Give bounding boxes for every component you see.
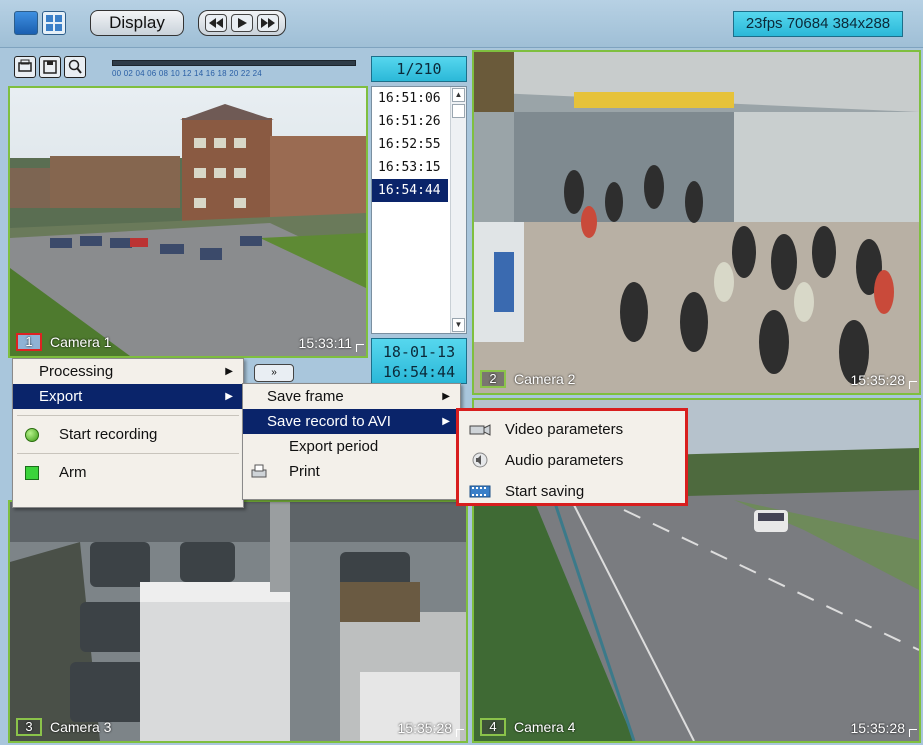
submenu-arrow-icon: ▶ xyxy=(225,366,233,377)
play-icon xyxy=(238,18,247,28)
menu-item-start-saving[interactable]: Start saving xyxy=(459,476,685,507)
camera-3-view[interactable]: 3 Camera 3 15:35:28 xyxy=(8,500,468,743)
video-camera-icon xyxy=(469,424,491,436)
save-archive-button[interactable] xyxy=(39,56,61,78)
camera-2-name: Camera 2 xyxy=(514,371,576,387)
camera-context-menu: Processing ▶ Export ▶ Start recording Ar… xyxy=(12,358,244,508)
camera-2-number[interactable]: 2 xyxy=(480,370,506,388)
timeline-bar[interactable] xyxy=(112,60,356,66)
playback-nav-group xyxy=(198,10,286,36)
camera-1-corner-icon xyxy=(356,344,364,352)
menu-item-video-parameters[interactable]: Video parameters xyxy=(459,414,685,445)
scroll-up-button[interactable]: ▲ xyxy=(452,88,465,102)
menu-item-video-parameters-label: Video parameters xyxy=(505,421,624,438)
menu-item-save-record-avi-label: Save record to AVI xyxy=(267,413,391,430)
search-archive-button[interactable] xyxy=(64,56,86,78)
printer-icon xyxy=(18,59,32,72)
menu-item-audio-parameters-label: Audio parameters xyxy=(505,452,624,469)
menu-item-arm-label: Arm xyxy=(59,464,87,481)
grid-layout-button[interactable] xyxy=(42,11,66,35)
menu-item-print-label: Print xyxy=(289,463,320,480)
camera-1-number[interactable]: 1 xyxy=(16,333,42,351)
camera-2-label: 2 Camera 2 xyxy=(480,369,575,389)
menu-separator xyxy=(17,415,239,416)
submenu-arrow-icon: ▶ xyxy=(442,391,450,402)
submenu-arrow-icon: ▶ xyxy=(442,416,450,427)
camera-2-view[interactable]: 2 Camera 2 15:35:28 xyxy=(472,50,921,395)
camera-3-image xyxy=(10,502,466,741)
avi-export-submenu: Video parameters Audio parameters Start … xyxy=(456,408,688,506)
archive-datetime: 18-01-13 16:54:44 xyxy=(371,338,467,384)
export-submenu: Save frame ▶ Save record to AVI ▶ Export… xyxy=(242,383,461,500)
camera-3-name: Camera 3 xyxy=(50,719,112,735)
camera-4-label: 4 Camera 4 xyxy=(480,717,575,737)
floppy-icon xyxy=(43,60,57,74)
menu-item-print[interactable]: Print xyxy=(243,459,460,484)
camera-3-label: 3 Camera 3 xyxy=(16,717,111,737)
camera-2-corner-icon xyxy=(909,381,917,389)
menu-item-start-recording-label: Start recording xyxy=(59,426,158,443)
menu-item-save-frame-label: Save frame xyxy=(267,388,344,405)
archive-control-strip: 00 02 04 06 08 10 12 14 16 18 20 22 24 xyxy=(8,52,368,86)
single-view-layout-button[interactable] xyxy=(14,11,38,35)
timestamp-item[interactable]: 16:54:44 xyxy=(372,179,448,202)
camera-2-image xyxy=(474,52,919,393)
camera-1-name: Camera 1 xyxy=(50,334,112,350)
camera-1-view[interactable]: 1 Camera 1 15:33:11 xyxy=(8,86,368,358)
printer-icon xyxy=(251,464,267,478)
next-frame-button[interactable]: » xyxy=(254,364,294,382)
menu-item-start-saving-label: Start saving xyxy=(505,483,585,500)
menu-item-export[interactable]: Export ▶ xyxy=(13,384,243,409)
magnifier-icon xyxy=(68,59,82,74)
timeline-ticks: 00 02 04 06 08 10 12 14 16 18 20 22 24 xyxy=(112,69,262,78)
record-status-icon xyxy=(25,428,39,442)
menu-item-processing[interactable]: Processing ▶ xyxy=(13,359,243,384)
top-toolbar: Display 23fps 70684 384x288 xyxy=(0,0,923,48)
menu-item-save-record-avi[interactable]: Save record to AVI ▶ xyxy=(243,409,460,434)
menu-item-audio-parameters[interactable]: Audio parameters xyxy=(459,445,685,476)
audio-speaker-icon xyxy=(472,452,488,468)
archive-time: 16:54:44 xyxy=(382,363,456,381)
camera-3-number[interactable]: 3 xyxy=(16,718,42,736)
camera-4-number[interactable]: 4 xyxy=(480,718,506,736)
submenu-arrow-icon: ▶ xyxy=(225,391,233,402)
record-counter: 1/210 xyxy=(371,56,467,82)
timestamp-list: 16:51:06 16:51:26 16:52:55 16:53:15 16:54:44… xyxy=(371,86,467,334)
arm-status-icon xyxy=(25,466,39,480)
video-surveillance-window: Display 23fps 70684 384x288 00 02 04 06 … xyxy=(0,0,923,745)
grid-icon xyxy=(46,15,62,31)
camera-4-name: Camera 4 xyxy=(514,719,576,735)
menu-item-export-period-label: Export period xyxy=(289,438,379,455)
menu-item-arm[interactable]: Arm xyxy=(13,460,243,485)
camera-4-time: 15:35:28 xyxy=(850,720,906,736)
camera-2-time: 15:35:28 xyxy=(850,372,906,388)
fast-forward-button[interactable] xyxy=(257,14,279,32)
film-strip-icon xyxy=(469,485,491,498)
camera-1-time: 15:33:11 xyxy=(298,335,352,351)
menu-item-start-recording[interactable]: Start recording xyxy=(13,422,243,447)
menu-item-processing-label: Processing xyxy=(39,363,114,380)
scroll-thumb[interactable] xyxy=(452,104,465,118)
menu-separator xyxy=(17,453,239,454)
display-button[interactable]: Display xyxy=(90,10,184,36)
scroll-down-button[interactable]: ▼ xyxy=(452,318,465,332)
camera-3-time: 15:35:28 xyxy=(397,720,453,736)
archive-timeline[interactable]: 00 02 04 06 08 10 12 14 16 18 20 22 24 xyxy=(112,58,358,80)
menu-item-save-frame[interactable]: Save frame ▶ xyxy=(243,384,460,409)
fast-forward-icon xyxy=(261,18,275,28)
camera-3-corner-icon xyxy=(456,729,464,737)
archive-date: 18-01-13 xyxy=(382,343,456,361)
play-button[interactable] xyxy=(231,14,253,32)
menu-item-export-label: Export xyxy=(39,388,83,405)
camera-1-label: 1 Camera 1 xyxy=(16,332,111,352)
menu-item-export-period[interactable]: Export period xyxy=(243,434,460,459)
rewind-icon xyxy=(209,18,223,28)
fps-status-display: 23fps 70684 384x288 xyxy=(733,11,903,37)
timestamp-scrollbar[interactable]: ▲ ▼ xyxy=(450,87,466,333)
camera-1-image xyxy=(10,88,366,356)
archive-panel: 1/210 16:51:06 16:51:26 16:52:55 16:53:15 16… xyxy=(370,52,470,387)
rewind-button[interactable] xyxy=(205,14,227,32)
camera-4-corner-icon xyxy=(909,729,917,737)
print-archive-button[interactable] xyxy=(14,56,36,78)
